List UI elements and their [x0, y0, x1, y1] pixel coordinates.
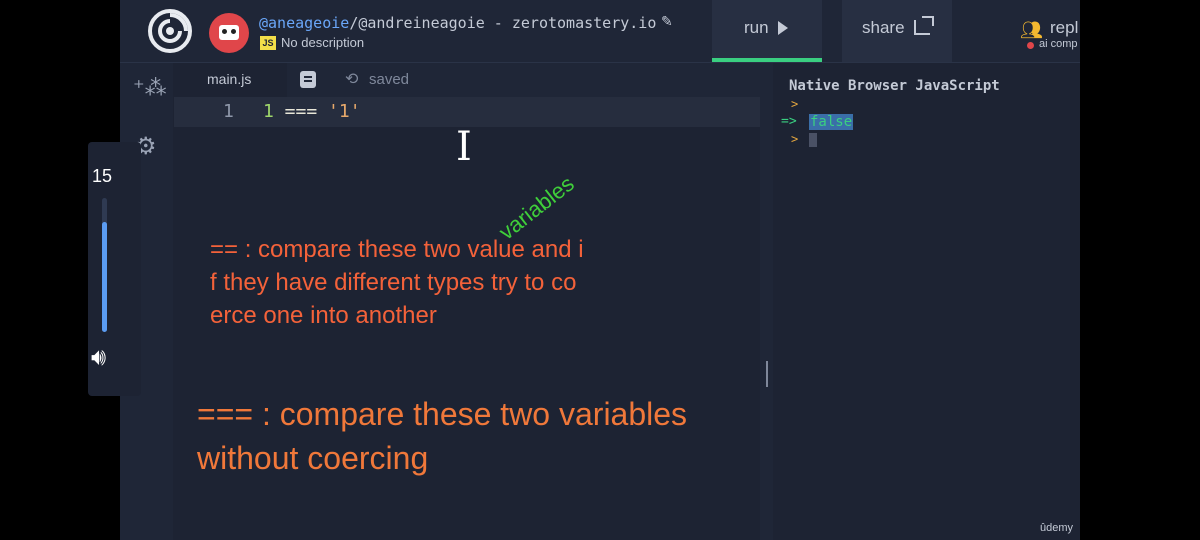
share-button-label: share: [862, 18, 905, 37]
annotation-line: f they have different types try to co: [210, 269, 577, 296]
console-pane[interactable]: Native Browser JavaScript > => false >: [773, 63, 1080, 540]
annotation-line: === : compare these two variables: [197, 396, 688, 432]
speaker-icon[interactable]: 🔊︎: [91, 344, 106, 372]
console-result: false: [809, 114, 854, 130]
run-active-indicator: [712, 58, 822, 62]
repl-description[interactable]: No description: [281, 35, 364, 50]
robot-eye-icon: [222, 29, 227, 34]
udemy-watermark: ûdemy: [1040, 522, 1074, 534]
repl-title[interactable]: @aneageoie/@andreineagoie - zerotomaster…: [259, 14, 656, 32]
header-bar: @aneageoie/@andreineagoie - zerotomaster…: [120, 0, 1080, 63]
tab-main-js[interactable]: main.js: [174, 63, 287, 97]
tab-main-js-label: main.js: [207, 71, 252, 87]
annotation-line: == : compare these two value and i: [210, 236, 584, 263]
annotation-line: erce one into another: [210, 302, 437, 329]
run-button-label: run: [744, 18, 769, 37]
repl-name: /@andreineagoie - zerotomastery.io: [349, 14, 657, 32]
console-prompt: >: [791, 97, 799, 111]
robot-eye-icon: [231, 29, 236, 34]
history-icon[interactable]: ⟲: [345, 69, 358, 89]
console-prompt: >: [791, 132, 799, 146]
text-cursor-icon: I: [456, 124, 472, 170]
language-badge: JS: [260, 36, 276, 50]
files-icon[interactable]: [300, 71, 316, 88]
replit-logo-icon[interactable]: [148, 9, 192, 53]
code-string-literal: '1': [328, 101, 361, 122]
status-dot-icon: [1027, 42, 1034, 49]
volume-value: 15: [92, 166, 113, 186]
line-number: 1: [223, 101, 234, 122]
edit-pencil-icon[interactable]: ✎: [661, 13, 673, 30]
annotation-loose-equality: == : compare these two value and i f the…: [210, 233, 640, 332]
share-button[interactable]: share: [842, 0, 952, 62]
user-avatar[interactable]: [209, 13, 249, 53]
splitter-grip-icon[interactable]: [766, 361, 768, 387]
console-title: Native Browser JavaScript: [789, 78, 1000, 94]
code-number-literal: 1: [263, 101, 274, 122]
team-subtitle: ai comp: [1039, 38, 1078, 50]
add-users-icon[interactable]: ⁺⁂: [133, 75, 167, 101]
volume-slider-fill: [102, 222, 107, 332]
annotation-line: without coercing: [197, 440, 429, 476]
share-icon: [914, 16, 934, 35]
code-operator: ===: [273, 101, 329, 122]
console-caret[interactable]: [809, 133, 817, 147]
active-line-highlight: [174, 97, 760, 127]
repl-owner-link[interactable]: @aneageoie: [259, 14, 349, 32]
console-result-arrow: =>: [781, 114, 797, 129]
volume-slider[interactable]: [102, 198, 107, 332]
team-label[interactable]: repl: [1050, 18, 1078, 38]
play-icon: [778, 21, 788, 35]
run-button[interactable]: run: [712, 0, 822, 62]
save-status: saved: [369, 71, 410, 88]
code-line[interactable]: 1 === '1': [263, 101, 361, 122]
annotation-strict-equality: === : compare these two variables withou…: [197, 392, 767, 480]
